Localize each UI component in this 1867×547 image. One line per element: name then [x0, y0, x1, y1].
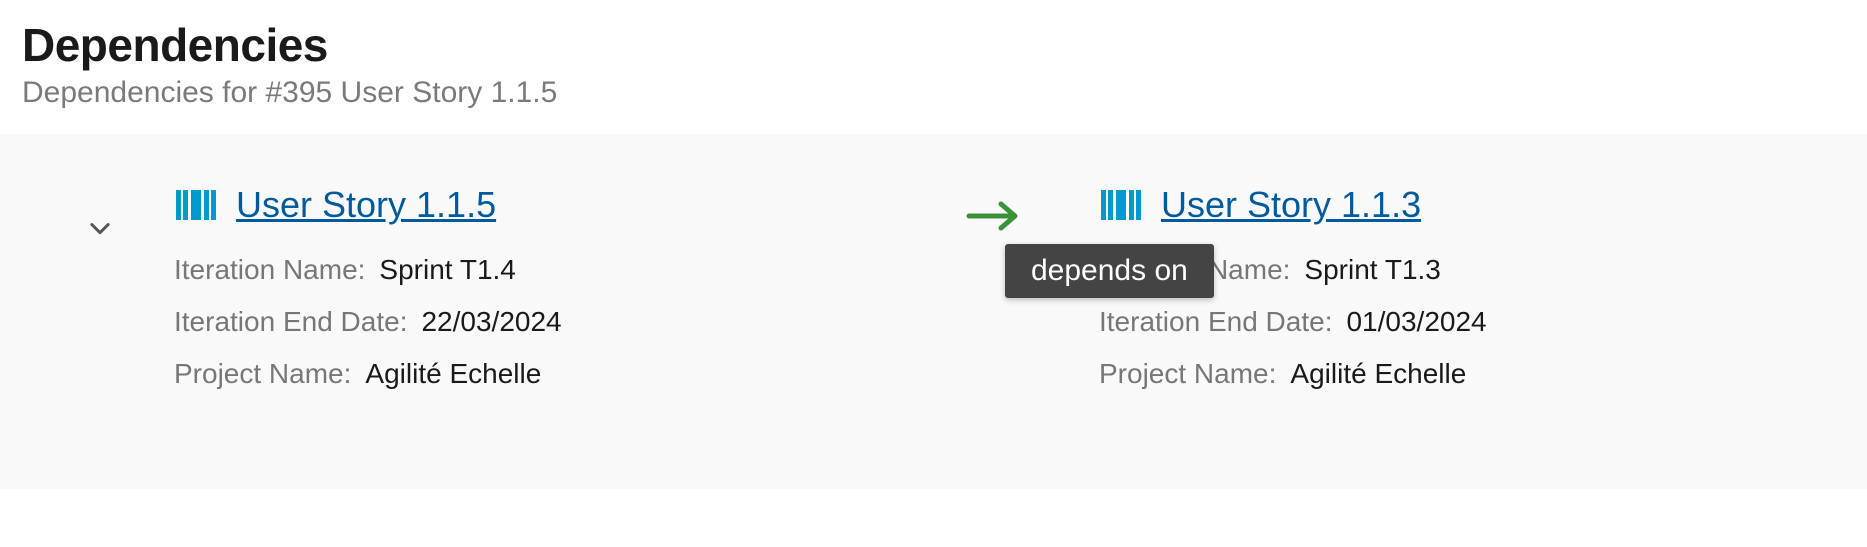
book-icon: [1099, 185, 1145, 225]
target-iteration-end-date: 01/03/2024: [1346, 296, 1486, 348]
book-icon: [174, 185, 220, 225]
dependencies-panel: User Story 1.1.5 Iteration Name: Sprint …: [0, 134, 1867, 489]
arrow-right-icon: [965, 198, 1023, 234]
field-label-iteration-name: Iteration Name:: [174, 244, 365, 296]
expand-toggle[interactable]: [50, 184, 150, 247]
field-label-iteration-end: Iteration End Date:: [174, 296, 407, 348]
page-header: Dependencies Dependencies for #395 User …: [0, 0, 1867, 134]
source-project-name: Agilité Echelle: [365, 348, 541, 400]
field-label-project: Project Name:: [1099, 348, 1276, 400]
target-project-name: Agilité Echelle: [1290, 348, 1466, 400]
page-title: Dependencies: [22, 18, 1845, 72]
field-label-project: Project Name:: [174, 348, 351, 400]
field-label-iteration-end: Iteration End Date:: [1099, 296, 1332, 348]
target-item-link[interactable]: User Story 1.1.3: [1161, 184, 1421, 226]
source-item-link[interactable]: User Story 1.1.5: [236, 184, 496, 226]
page-subtitle: Dependencies for #395 User Story 1.1.5: [22, 76, 1845, 110]
chevron-down-icon: [86, 214, 114, 247]
target-iteration-name: Sprint T1.3: [1304, 244, 1440, 296]
source-card: User Story 1.1.5 Iteration Name: Sprint …: [150, 184, 562, 399]
source-iteration-name: Sprint T1.4: [379, 244, 515, 296]
relationship-tooltip: depends on: [1005, 244, 1214, 298]
source-iteration-end-date: 22/03/2024: [421, 296, 561, 348]
